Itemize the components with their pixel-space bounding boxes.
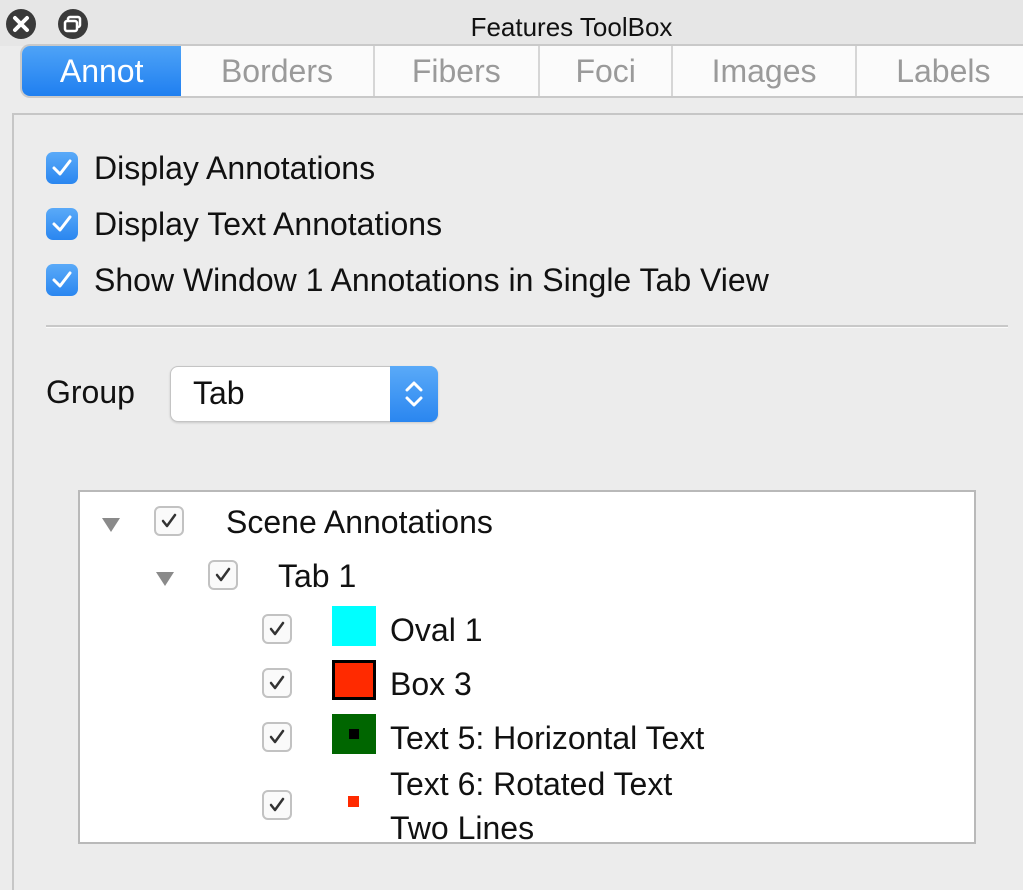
- features-toolbox-window: Features ToolBox Annot Borders Fibers Fo…: [0, 0, 1023, 890]
- tree-row-text-6[interactable]: Text 6: Rotated Text Two Lines: [80, 766, 974, 844]
- disclosure-triangle-icon[interactable]: [100, 514, 122, 536]
- display-text-annotations-option[interactable]: Display Text Annotations: [46, 204, 442, 244]
- tree-checkbox-oval-1[interactable]: [262, 614, 292, 644]
- display-annotations-label: Display Annotations: [94, 149, 376, 186]
- tree-row-scene-annotations[interactable]: Scene Annotations: [80, 496, 974, 546]
- tree-checkbox-tab-1[interactable]: [208, 560, 238, 590]
- tree-checkbox-text-5[interactable]: [262, 722, 292, 752]
- tree-row-tab-1[interactable]: Tab 1: [80, 550, 974, 600]
- red-box-swatch-icon: [332, 660, 376, 700]
- tab-fibers[interactable]: Fibers: [375, 46, 540, 96]
- disclosure-triangle-icon[interactable]: [154, 568, 176, 590]
- tab-labels[interactable]: Labels: [857, 46, 1023, 96]
- tree-row-text-5[interactable]: Text 5: Horizontal Text: [80, 712, 974, 762]
- tree-label-box-3: Box 3: [390, 666, 472, 702]
- tree-label-tab-1: Tab 1: [278, 558, 357, 594]
- display-text-annotations-checkbox[interactable]: [46, 208, 78, 240]
- tree-label-text-5: Text 5: Horizontal Text: [390, 720, 705, 756]
- group-select-value: Tab: [193, 375, 245, 411]
- red-text-swatch-icon: [332, 782, 376, 822]
- tree-checkbox-text-6[interactable]: [262, 790, 292, 820]
- tree-label-text-6-line-1: Text 6: Rotated Text: [390, 766, 673, 802]
- tab-foci[interactable]: Foci: [540, 46, 674, 96]
- display-annotations-checkbox[interactable]: [46, 152, 78, 184]
- show-window-annotations-checkbox[interactable]: [46, 264, 78, 296]
- title-bar[interactable]: Features ToolBox: [0, 0, 1023, 46]
- chevron-up-down-icon[interactable]: [390, 366, 438, 422]
- tree-checkbox-box-3[interactable]: [262, 668, 292, 698]
- tree-label-text-6-line-2: Two Lines: [390, 810, 535, 844]
- tree-label-oval-1: Oval 1: [390, 612, 483, 648]
- green-text-swatch-icon: [332, 714, 376, 754]
- tab-bar: Annot Borders Fibers Foci Images Labels: [20, 44, 1023, 98]
- tree-row-box-3[interactable]: Box 3: [80, 658, 974, 708]
- section-divider: [46, 325, 1008, 328]
- tree-label-scene-annotations: Scene Annotations: [226, 504, 493, 540]
- display-text-annotations-label: Display Text Annotations: [94, 205, 443, 242]
- display-annotations-option[interactable]: Display Annotations: [46, 148, 375, 188]
- tree-checkbox-scene-annotations[interactable]: [154, 506, 184, 536]
- cyan-swatch-icon: [332, 606, 376, 646]
- tab-annot[interactable]: Annot: [22, 46, 182, 96]
- annotation-tree[interactable]: Scene Annotations Tab 1 Oval 1 Box 3 Tex…: [78, 490, 976, 844]
- tab-borders[interactable]: Borders: [181, 46, 375, 96]
- group-label: Group: [46, 374, 135, 410]
- tab-images[interactable]: Images: [673, 46, 857, 96]
- window-title: Features ToolBox: [470, 12, 673, 42]
- show-window-annotations-label: Show Window 1 Annotations in Single Tab …: [94, 261, 769, 298]
- group-select[interactable]: Tab: [170, 366, 438, 422]
- tree-row-oval-1[interactable]: Oval 1: [80, 604, 974, 654]
- show-window-annotations-option[interactable]: Show Window 1 Annotations in Single Tab …: [46, 260, 769, 300]
